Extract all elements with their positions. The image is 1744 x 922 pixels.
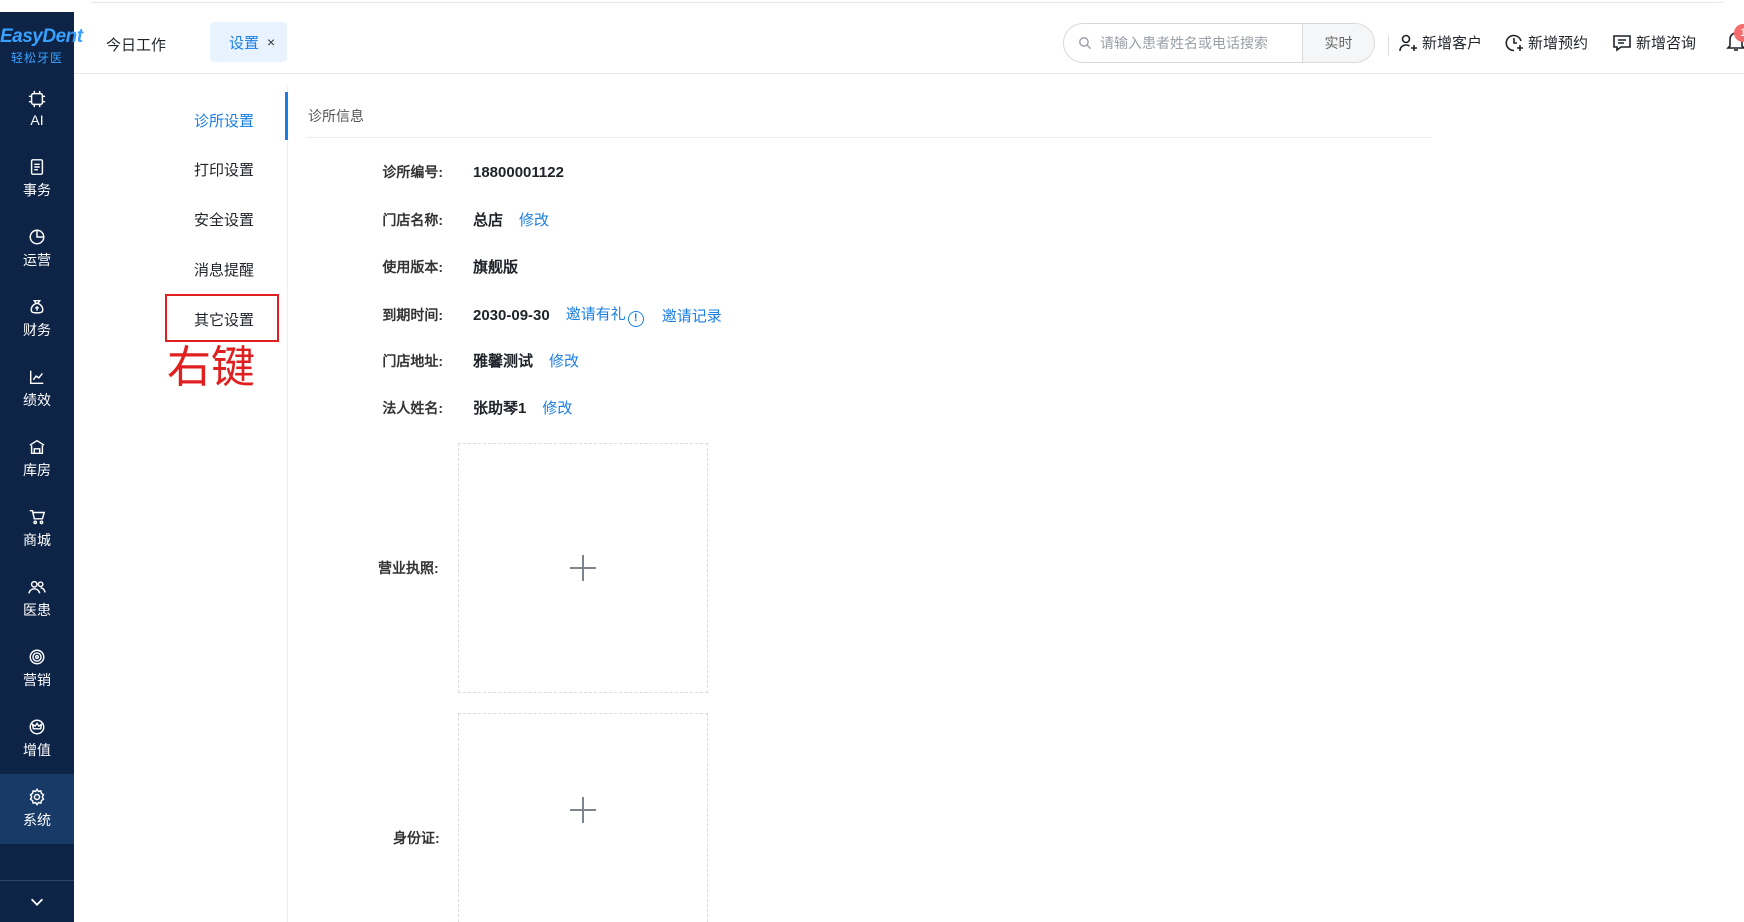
logo[interactable]: EasyDent 轻松牙医 <box>0 12 83 74</box>
row-clinic-no: 诊所编号: 18800001122 <box>340 162 564 182</box>
people-icon <box>28 580 46 594</box>
logo-text: EasyDent <box>0 26 83 47</box>
nav-label: 商城 <box>23 532 51 548</box>
nav-item-value-added[interactable]: 增值 <box>0 704 74 774</box>
search-input[interactable] <box>1100 35 1300 51</box>
id-card-upload[interactable] <box>458 713 708 922</box>
logo-subtext: 轻松牙医 <box>10 51 63 65</box>
cart-icon <box>29 509 46 525</box>
nav-label: 增值 <box>23 742 51 758</box>
menu-item-message-reminders[interactable]: 消息提醒 <box>194 259 254 280</box>
plus-icon <box>570 555 596 581</box>
expire-label: 到期时间: <box>382 307 443 323</box>
nav-item-warehouse[interactable]: 库房 <box>0 424 74 494</box>
active-indicator <box>285 92 288 140</box>
nav-label: 医患 <box>23 602 51 618</box>
top-header: 今日工作 设置 × 实时 新增客户 新增预约 新增咨询 1 <box>74 12 1744 74</box>
nav-label: AI <box>30 112 44 128</box>
add-consult-label: 新增咨询 <box>1636 35 1697 52</box>
nav-item-performance[interactable]: 绩效 <box>0 354 74 424</box>
tab-settings[interactable]: 设置 × <box>210 22 288 62</box>
address-value: 雅馨测试 <box>473 353 534 370</box>
clinic-no-label: 诊所编号: <box>382 164 443 180</box>
header-divider <box>1388 36 1389 56</box>
row-expire: 到期时间: 2030-09-30 邀请有礼! 邀请记录 <box>340 303 722 327</box>
row-legal-person: 法人姓名: 张助琴1 修改 <box>340 397 572 418</box>
business-license-upload[interactable] <box>458 443 708 693</box>
search-mode-button[interactable]: 实时 <box>1302 24 1374 62</box>
invite-gift-link[interactable]: 邀请有礼! <box>566 303 644 327</box>
line-chart-icon <box>29 370 44 385</box>
store-name-label: 门店名称: <box>382 211 443 228</box>
pie-chart-icon <box>29 229 45 245</box>
crown-icon <box>29 719 45 735</box>
nav-item-ai[interactable]: AI <box>0 74 74 144</box>
add-user-icon <box>1399 34 1417 51</box>
row-store-name: 门店名称: 总店 修改 <box>340 209 549 230</box>
info-icon[interactable]: ! <box>627 311 644 327</box>
edit-store-name-link[interactable]: 修改 <box>519 209 549 230</box>
menu-item-clinic-settings[interactable]: 诊所设置 <box>194 110 254 131</box>
version-value: 旗舰版 <box>473 259 519 276</box>
nav-label: 营销 <box>23 672 51 688</box>
plus-icon <box>570 797 596 823</box>
menu-item-security-settings[interactable]: 安全设置 <box>194 209 254 230</box>
nav-label: 事务 <box>23 182 51 198</box>
gear-icon <box>29 788 45 806</box>
search-icon <box>1079 37 1092 50</box>
annotation-highlight-box <box>165 294 279 342</box>
nav-collapse-button[interactable] <box>0 880 74 922</box>
add-customer-label: 新增客户 <box>1422 35 1483 52</box>
section-divider <box>306 137 1432 138</box>
add-appointment-label: 新增预约 <box>1528 35 1589 52</box>
add-customer-button[interactable]: 新增客户 <box>1398 32 1482 53</box>
nav-item-finance[interactable]: 财务 <box>0 284 74 354</box>
row-address: 门店地址: 雅馨测试 修改 <box>340 350 579 371</box>
edit-address-link[interactable]: 修改 <box>549 350 579 371</box>
row-version: 使用版本: 旗舰版 <box>340 256 518 277</box>
legal-person-label: 法人姓名: <box>382 399 443 416</box>
ai-chip-icon <box>28 90 46 108</box>
invite-gift-label: 邀请有礼 <box>565 306 626 323</box>
add-appointment-button[interactable]: 新增预约 <box>1504 32 1588 53</box>
document-icon <box>30 159 44 175</box>
add-clock-icon <box>1505 34 1523 51</box>
nav-item-marketing[interactable]: 营销 <box>0 634 74 704</box>
nav-label: 系统 <box>23 812 51 828</box>
nav-item-operations[interactable]: 运营 <box>0 214 74 284</box>
settings-menu: 诊所设置 打印设置 安全设置 消息提醒 其它设置 <box>160 86 288 922</box>
patient-search: 实时 <box>1063 23 1375 63</box>
add-consult-button[interactable]: 新增咨询 <box>1612 32 1696 53</box>
chevron-down-icon <box>30 898 44 906</box>
tab-settings-label: 设置 <box>229 34 260 52</box>
address-label: 门店地址: <box>382 352 443 369</box>
nav-label: 库房 <box>23 462 51 478</box>
nav-item-system[interactable]: 系统 <box>0 774 74 844</box>
annotation-right-click-text: 右键 <box>167 342 255 393</box>
section-title: 诊所信息 <box>308 108 364 124</box>
id-card-label: 身份证: <box>393 830 440 846</box>
chat-icon <box>1613 34 1631 52</box>
left-nav: EasyDent 轻松牙医 AI 事务 运营 财务 绩效 库房 商城 医患 营销… <box>0 12 83 922</box>
clinic-no-value: 18800001122 <box>473 163 564 181</box>
legal-person-value: 张助琴1 <box>473 400 527 417</box>
tab-today-work[interactable]: 今日工作 <box>106 34 166 55</box>
nav-label: 财务 <box>23 322 51 338</box>
expire-value: 2030-09-30 <box>473 306 550 324</box>
menu-item-print-settings[interactable]: 打印设置 <box>194 159 254 180</box>
business-license-label: 营业执照: <box>378 560 439 576</box>
edit-legal-person-link[interactable]: 修改 <box>542 397 572 418</box>
warehouse-icon <box>29 439 45 455</box>
target-icon <box>29 649 45 665</box>
nav-label: 运营 <box>23 252 51 268</box>
invite-record-link[interactable]: 邀请记录 <box>662 305 722 326</box>
store-name-value: 总店 <box>473 212 504 229</box>
tab-close-icon[interactable]: × <box>267 34 275 50</box>
nav-label: 绩效 <box>23 392 51 408</box>
nav-item-affairs[interactable]: 事务 <box>0 144 74 214</box>
money-bag-icon <box>30 299 44 314</box>
version-label: 使用版本: <box>382 258 443 275</box>
nav-item-patients[interactable]: 医患 <box>0 564 74 634</box>
nav-item-mall[interactable]: 商城 <box>0 494 74 564</box>
